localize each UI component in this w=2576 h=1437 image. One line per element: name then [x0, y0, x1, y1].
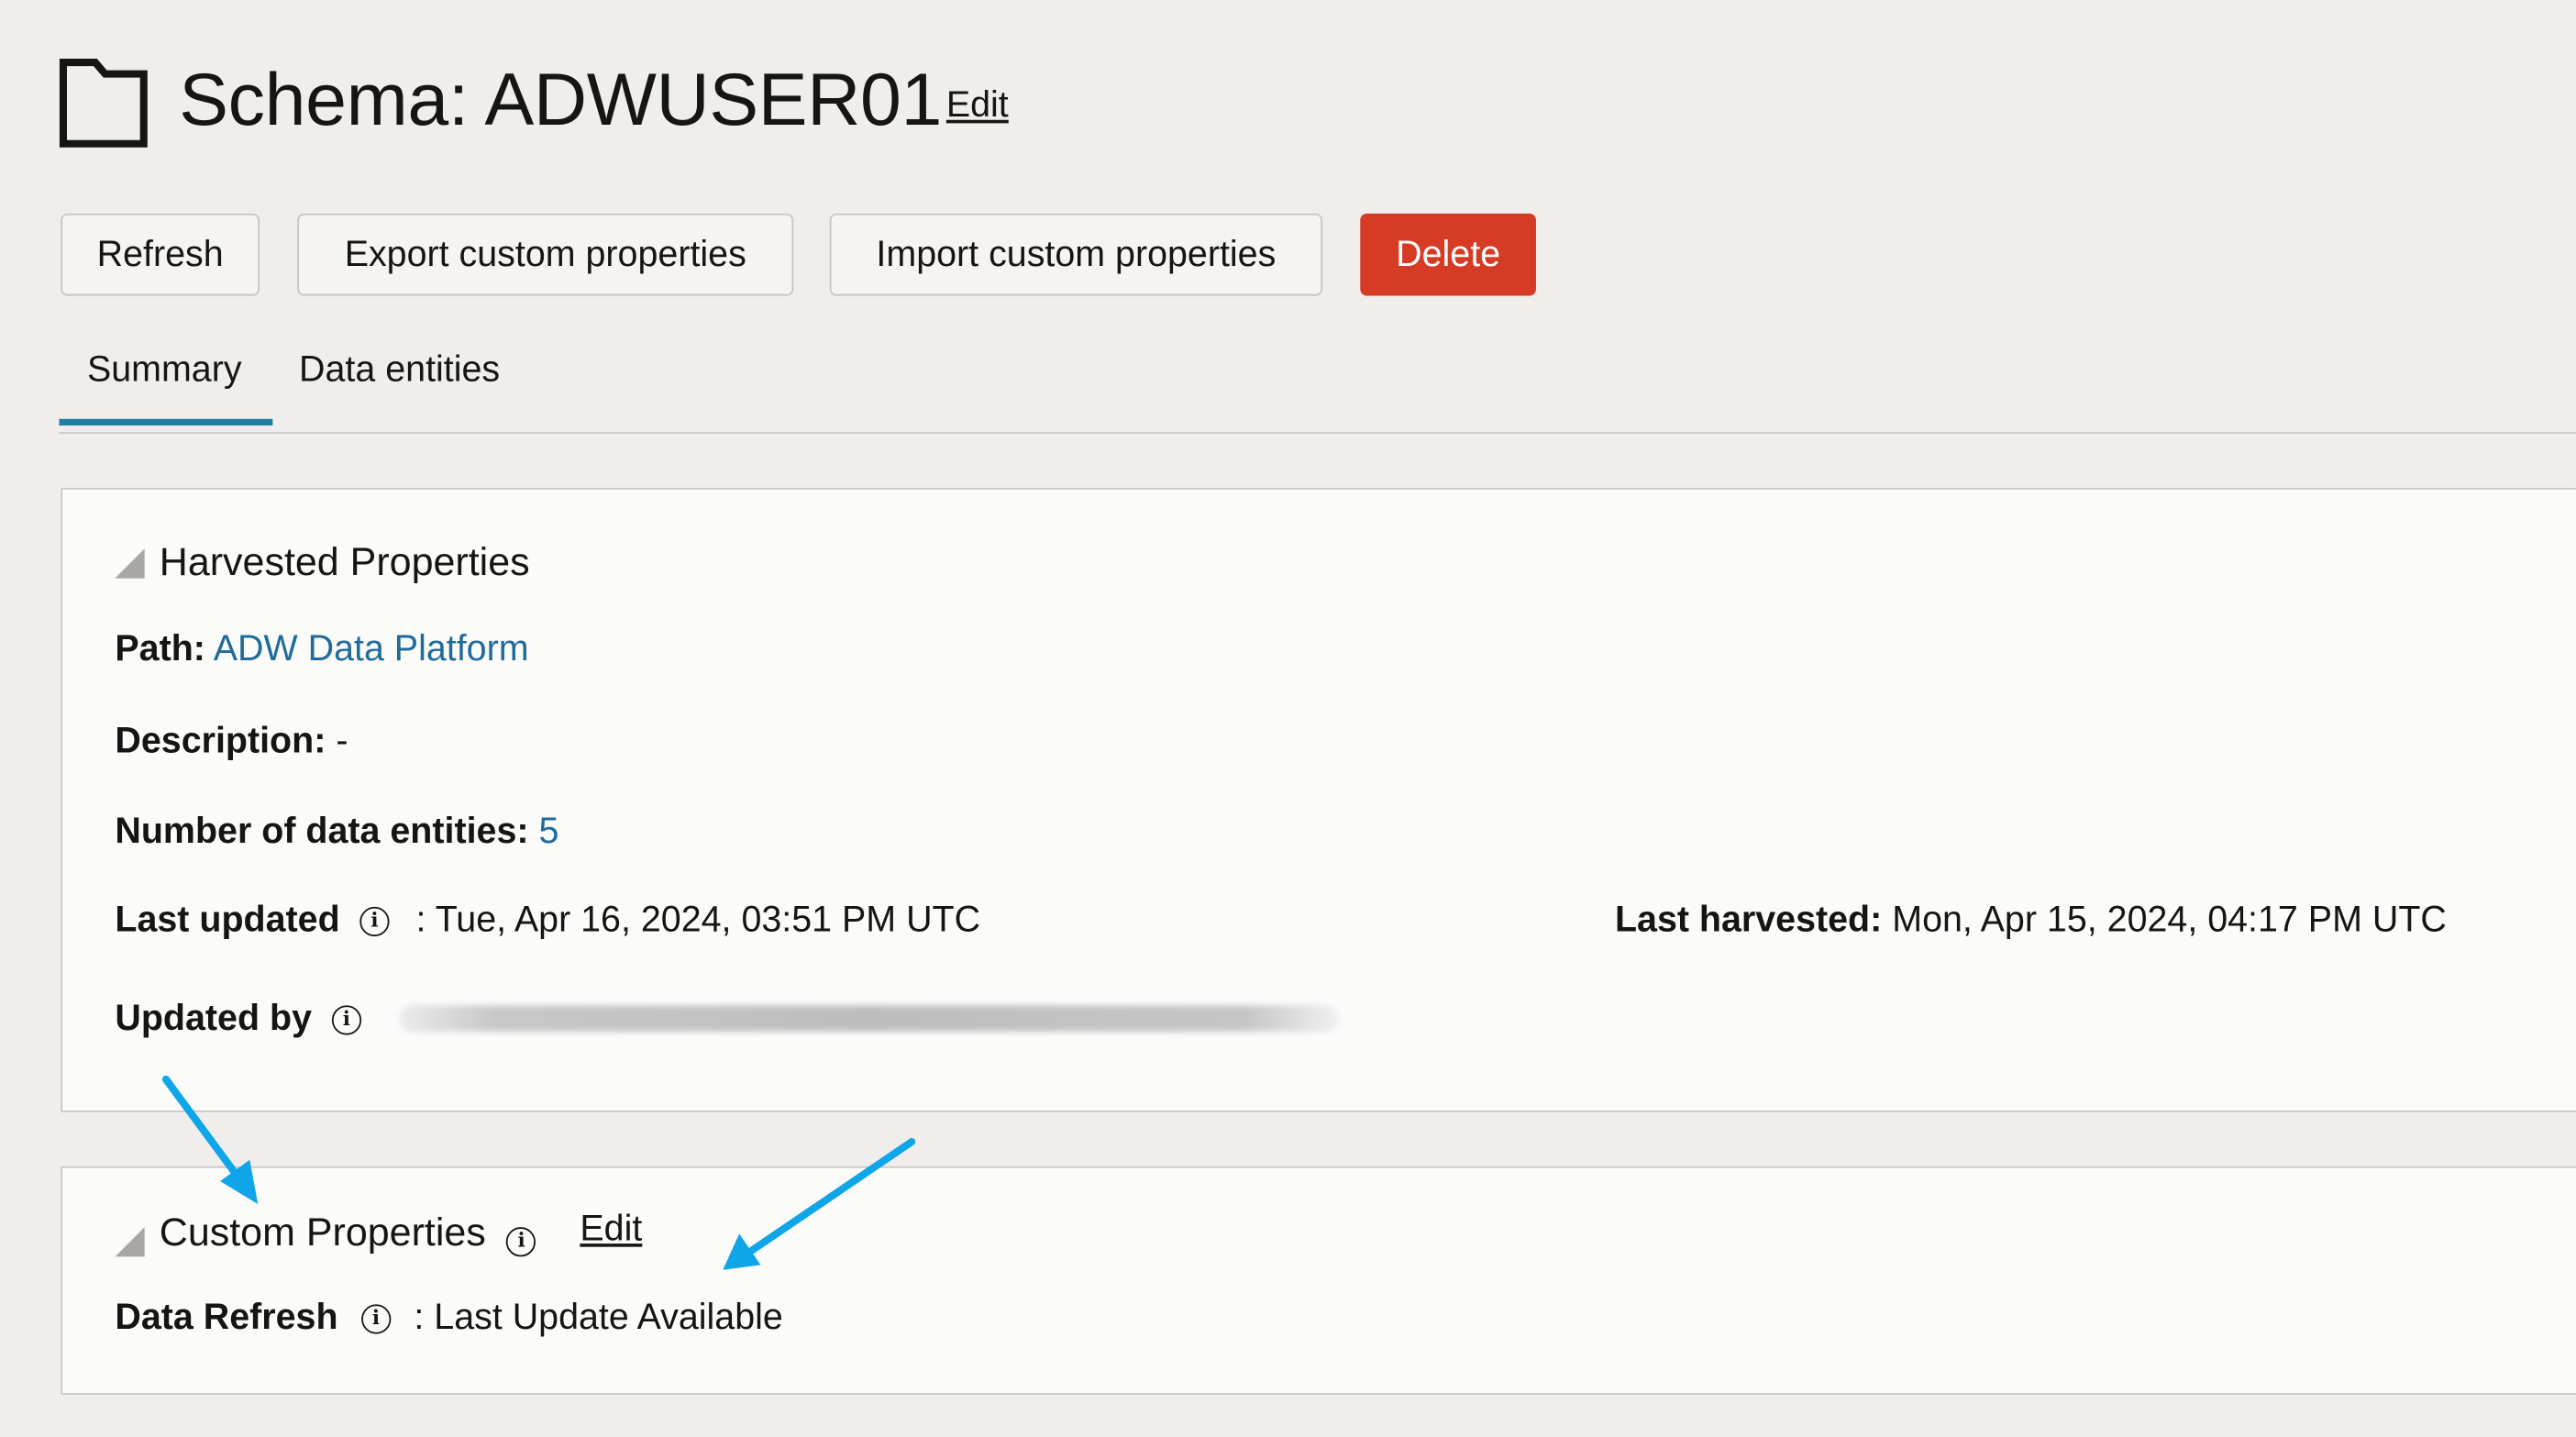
entities-count-link[interactable]: 5 [538, 810, 558, 851]
updated-by-row: Updated by i [115, 996, 361, 1042]
last-harvested-value: Mon, Apr 15, 2024, 04:17 PM UTC [1892, 898, 2447, 940]
redacted-updated-by-value [399, 1005, 1339, 1032]
entities-row: Number of data entities: 5 [115, 808, 558, 854]
last-updated-row: Last updated i : Tue, Apr 16, 2024, 03:5… [115, 897, 980, 943]
last-harvested-row: Last harvested: Mon, Apr 15, 2024, 04:17… [1615, 897, 2447, 943]
last-updated-label: Last updated [115, 898, 340, 940]
data-refresh-value: : Last Update Available [414, 1296, 783, 1338]
tab-summary[interactable]: Summary [87, 345, 242, 394]
path-link[interactable]: ADW Data Platform [214, 627, 529, 669]
last-harvested-label: Last harvested: [1614, 898, 1883, 940]
edit-schema-link[interactable]: Edit [946, 83, 1009, 128]
folder-icon [59, 59, 148, 148]
info-icon[interactable]: i [360, 1304, 392, 1334]
data-refresh-row: Data Refresh i : Last Update Available [115, 1295, 782, 1341]
collapse-triangle-icon[interactable] [115, 548, 145, 579]
custom-properties-panel [61, 1166, 2576, 1395]
schema-page: Schema: ADWUSER01 Edit Refresh Export cu… [0, 0, 2576, 1437]
path-row: Path: ADW Data Platform [115, 626, 528, 672]
updated-by-label: Updated by [115, 997, 313, 1039]
description-row: Description: - [115, 718, 348, 764]
refresh-button[interactable]: Refresh [61, 213, 260, 296]
custom-properties-title-row: Custom Properties i [160, 1209, 536, 1258]
data-refresh-label: Data Refresh [115, 1296, 338, 1338]
tab-data-entities[interactable]: Data entities [299, 345, 500, 394]
page-title: Schema: ADWUSER01 [179, 57, 942, 142]
export-custom-properties-button[interactable]: Export custom properties [297, 213, 794, 296]
collapse-triangle-icon[interactable] [115, 1227, 145, 1257]
active-tab-indicator [59, 418, 273, 426]
info-icon[interactable]: i [506, 1227, 536, 1257]
path-label: Path: [115, 627, 205, 669]
info-icon[interactable]: i [331, 1005, 361, 1035]
entities-label: Number of data entities: [115, 810, 529, 851]
description-value: - [336, 719, 348, 761]
import-custom-properties-button[interactable]: Import custom properties [829, 213, 1323, 296]
custom-properties-title: Custom Properties [159, 1210, 486, 1255]
tabs-divider [59, 432, 2576, 434]
info-icon[interactable]: i [359, 906, 390, 937]
harvested-properties-title: Harvested Properties [159, 540, 530, 585]
description-label: Description: [115, 719, 326, 761]
edit-custom-properties-link[interactable]: Edit [580, 1206, 642, 1252]
last-updated-value: : Tue, Apr 16, 2024, 03:51 PM UTC [415, 898, 981, 940]
delete-button[interactable]: Delete [1360, 213, 1536, 296]
